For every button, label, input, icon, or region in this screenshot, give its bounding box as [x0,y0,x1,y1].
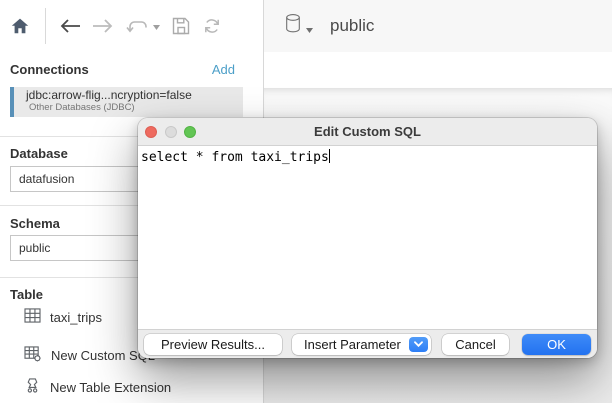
connection-subtitle: Other Databases (JDBC) [29,102,243,113]
toolbar [0,0,263,52]
text-caret [329,149,330,163]
home-icon[interactable] [10,16,30,36]
ok-button[interactable]: OK [522,334,591,355]
dialog-titlebar[interactable]: Edit Custom SQL [138,118,597,146]
database-cylinder-icon[interactable] [284,13,302,39]
table-item-label: New Table Extension [50,380,171,395]
connections-label: Connections [10,62,89,77]
dialog-buttonbar: Preview Results... Insert Parameter Canc… [138,329,597,358]
insert-parameter-label: Insert Parameter [304,337,401,352]
preview-results-button[interactable]: Preview Results... [144,334,282,355]
connection-title: jdbc:arrow-flig...ncryption=false [26,88,243,102]
page-title: public [330,16,374,36]
refresh-icon[interactable] [202,16,222,36]
edit-custom-sql-dialog: Edit Custom SQL select * from taxi_trips… [138,118,597,358]
table-item-label: taxi_trips [50,310,102,325]
forward-arrow-icon[interactable] [92,18,114,34]
table-item-taxi-trips[interactable]: taxi_trips [24,308,102,326]
table-grid-icon [24,308,41,326]
table-label: Table [10,287,43,302]
close-button[interactable] [145,126,157,138]
dialog-title: Edit Custom SQL [314,124,421,139]
replay-dropdown-caret-icon[interactable] [153,17,160,35]
new-custom-sql-item[interactable]: New Custom SQL [24,346,155,365]
database-dropdown-caret-icon[interactable] [306,20,313,38]
schema-label: Schema [10,216,60,231]
zoom-button[interactable] [184,126,196,138]
database-label: Database [10,146,68,161]
database-select-value: datafusion [19,172,74,186]
table-gear-icon [24,346,42,365]
new-table-extension-item[interactable]: New Table Extension [24,377,171,397]
add-connection-link[interactable]: Add [212,62,235,77]
schema-select-value: public [19,241,50,255]
back-arrow-icon[interactable] [59,18,81,34]
datasource-header: public [264,0,612,52]
replay-icon[interactable] [125,17,151,35]
connections-header: Connections Add [10,62,235,77]
save-icon[interactable] [171,16,191,36]
cancel-button[interactable]: Cancel [442,334,509,355]
sql-text: select * from taxi_trips [141,150,329,165]
sql-text-editor[interactable]: select * from taxi_trips [138,146,597,329]
chevron-down-icon [409,337,428,352]
connection-item[interactable]: jdbc:arrow-flig...ncryption=false Other … [10,87,243,117]
toolbar-separator [45,8,46,44]
table-extension-icon [24,377,41,397]
traffic-lights [145,126,196,138]
insert-parameter-button[interactable]: Insert Parameter [292,334,431,355]
minimize-button [165,126,177,138]
